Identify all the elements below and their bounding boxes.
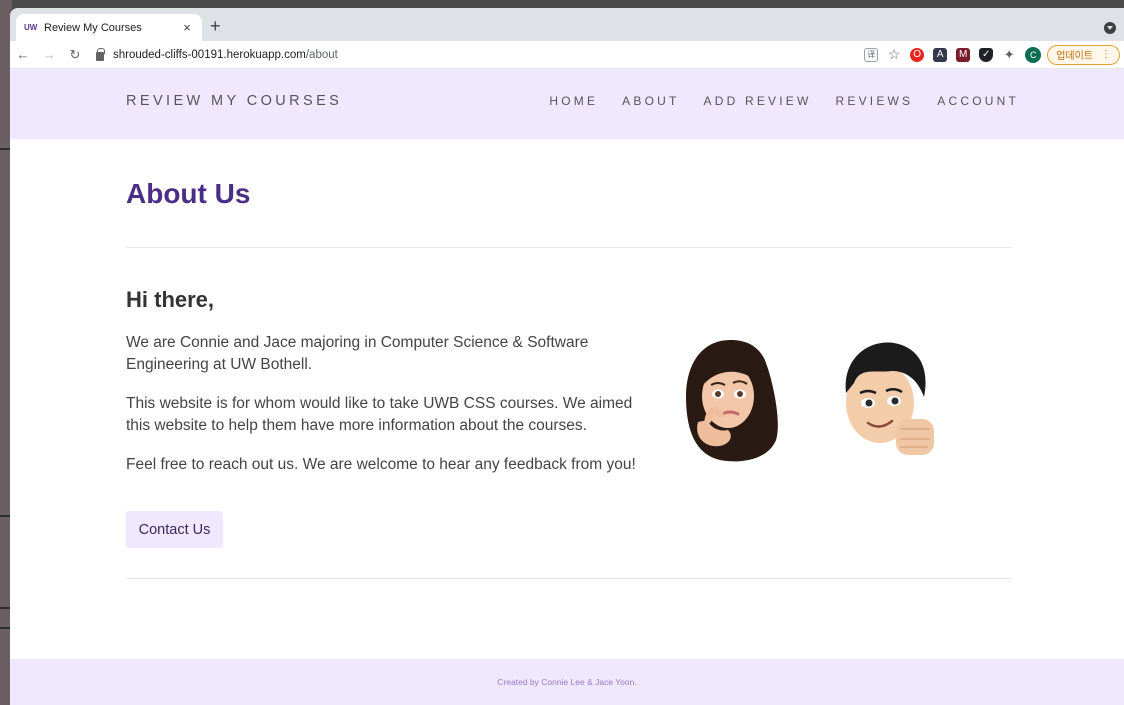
site-footer: Created by Connie Lee & Jace Yoon.: [10, 659, 1124, 705]
update-label: 업데이트: [1056, 51, 1093, 62]
profile-avatar-icon[interactable]: C: [1025, 46, 1042, 63]
back-arrow-icon[interactable]: ←: [10, 47, 36, 62]
nav-add-review[interactable]: ADD REVIEW: [704, 94, 812, 108]
forward-arrow-icon[interactable]: →: [36, 47, 62, 62]
nav-about[interactable]: ABOUT: [622, 94, 679, 108]
uw-favicon-icon: UW: [24, 23, 38, 32]
intro-heading: Hi there,: [126, 287, 215, 312]
new-tab-button[interactable]: +: [210, 17, 221, 35]
browser-window: UW Review My Courses × + ← → ↻ shrouded-…: [10, 8, 1124, 705]
extension-a-icon[interactable]: A: [933, 47, 948, 62]
url-path: /about: [305, 48, 338, 61]
nav-home[interactable]: HOME: [549, 94, 598, 108]
intro-paragraph: We are Connie and Jace majoring in Compu…: [126, 334, 589, 373]
contact-us-button[interactable]: Contact Us: [126, 511, 223, 548]
tab-search-icon[interactable]: [1104, 22, 1116, 34]
browser-toolbar: ← → ↻ shrouded-cliffs-00191.herokuapp.co…: [10, 41, 1124, 69]
bookmark-star-icon[interactable]: ☆: [887, 46, 901, 62]
opera-extension-icon[interactable]: O: [910, 47, 925, 62]
page-title: About Us: [126, 178, 251, 209]
tab-title: Review My Courses: [44, 21, 142, 34]
translate-icon[interactable]: 译: [864, 47, 879, 62]
connie-avatar: [686, 340, 778, 462]
site-brand[interactable]: REVIEW MY COURSES: [126, 93, 342, 109]
nav-reviews[interactable]: REVIEWS: [836, 94, 914, 108]
extension-m-icon[interactable]: M: [956, 47, 971, 62]
lock-icon[interactable]: [96, 47, 105, 61]
divider: [126, 247, 1012, 248]
purpose-paragraph: This website is for whom would like to t…: [126, 395, 633, 434]
browser-tab[interactable]: UW Review My Courses ×: [16, 14, 202, 41]
jace-avatar: [845, 342, 934, 455]
update-button[interactable]: 업데이트 ⋮: [1047, 44, 1120, 65]
site-nav: HOME ABOUT ADD REVIEW REVIEWS ACCOUNT: [549, 94, 1019, 108]
webpage: REVIEW MY COURSES HOME ABOUT ADD REVIEW …: [10, 69, 1124, 705]
close-icon[interactable]: ×: [180, 20, 194, 35]
extension-icons: 译 ☆ O A M ✓ ✦ C: [864, 46, 1042, 63]
feedback-paragraph: Feel free to reach out us. We are welcom…: [126, 456, 636, 473]
url-host: shrouded-cliffs-00191.herokuapp.com: [113, 48, 306, 61]
nav-account[interactable]: ACCOUNT: [937, 94, 1019, 108]
tab-strip: UW Review My Courses × +: [10, 8, 1124, 41]
divider: [126, 578, 1012, 579]
site-header: REVIEW MY COURSES HOME ABOUT ADD REVIEW …: [10, 69, 1124, 139]
address-bar[interactable]: shrouded-cliffs-00191.herokuapp.com/abou…: [96, 47, 864, 61]
footer-credit: Created by Connie Lee & Jace Yoon.: [497, 677, 637, 687]
reload-icon[interactable]: ↻: [62, 47, 88, 63]
extensions-puzzle-icon[interactable]: ✦: [1002, 47, 1016, 62]
shield-extension-icon[interactable]: ✓: [979, 47, 994, 62]
more-menu-icon: ⋮: [1101, 49, 1111, 60]
